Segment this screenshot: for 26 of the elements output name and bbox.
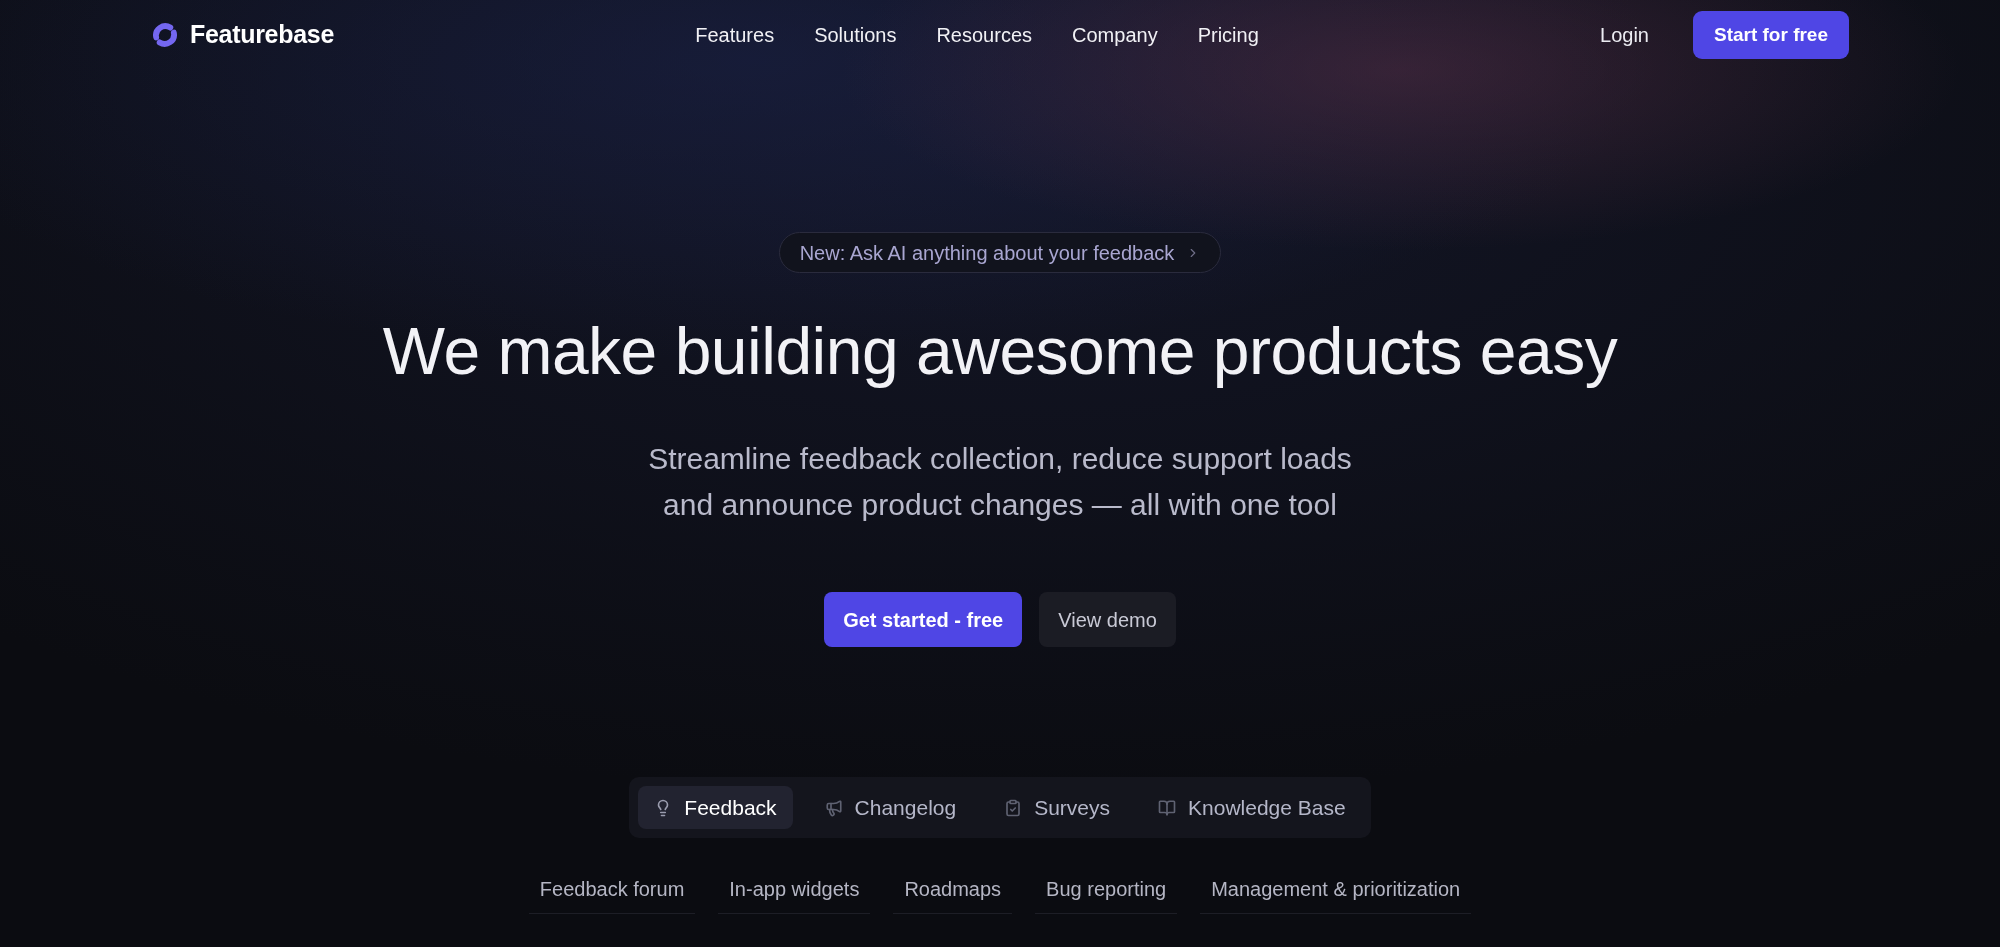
product-tab[interactable]: Feedback — [638, 786, 793, 829]
feature-link[interactable]: In-app widgets — [718, 874, 871, 914]
start-button[interactable]: Start for free — [1692, 11, 1849, 59]
clipboard-check-icon — [1004, 798, 1023, 817]
subtitle: Streamline feedback collection, reduce support loads and announce product changes — all with one tool — [647, 441, 1353, 523]
product-tab[interactable]: Changelog — [808, 786, 973, 829]
feature-link[interactable]: Management & prioritization — [1200, 874, 1472, 914]
megaphone-icon — [824, 798, 843, 817]
logo-icon — [151, 21, 179, 49]
nav-link[interactable]: Features — [695, 20, 775, 50]
nav-link[interactable]: Resources — [936, 20, 1033, 50]
brand-name: Featurebase — [190, 19, 334, 51]
product-tab[interactable]: Knowledge Base — [1142, 786, 1362, 829]
get-started-button[interactable]: Get started - free — [824, 592, 1023, 647]
nav-link[interactable]: Company — [1072, 20, 1158, 50]
feature-link[interactable]: Feedback forum — [528, 874, 696, 914]
book-icon — [1158, 798, 1177, 817]
nav-link[interactable]: Solutions — [814, 20, 897, 50]
announcement-link[interactable]: New: Ask AI anything about your feedback — [778, 232, 1222, 273]
feature-link[interactable]: Roadmaps — [893, 874, 1013, 914]
headline: We make building awesome products easy — [382, 313, 1618, 390]
feature-link[interactable]: Bug reporting — [1035, 874, 1178, 914]
product-tab[interactable]: Surveys — [988, 786, 1127, 829]
nav-link[interactable]: Pricing — [1197, 20, 1259, 50]
view-demo-button[interactable]: View demo — [1039, 592, 1176, 647]
login-link[interactable]: Login — [1600, 20, 1649, 50]
